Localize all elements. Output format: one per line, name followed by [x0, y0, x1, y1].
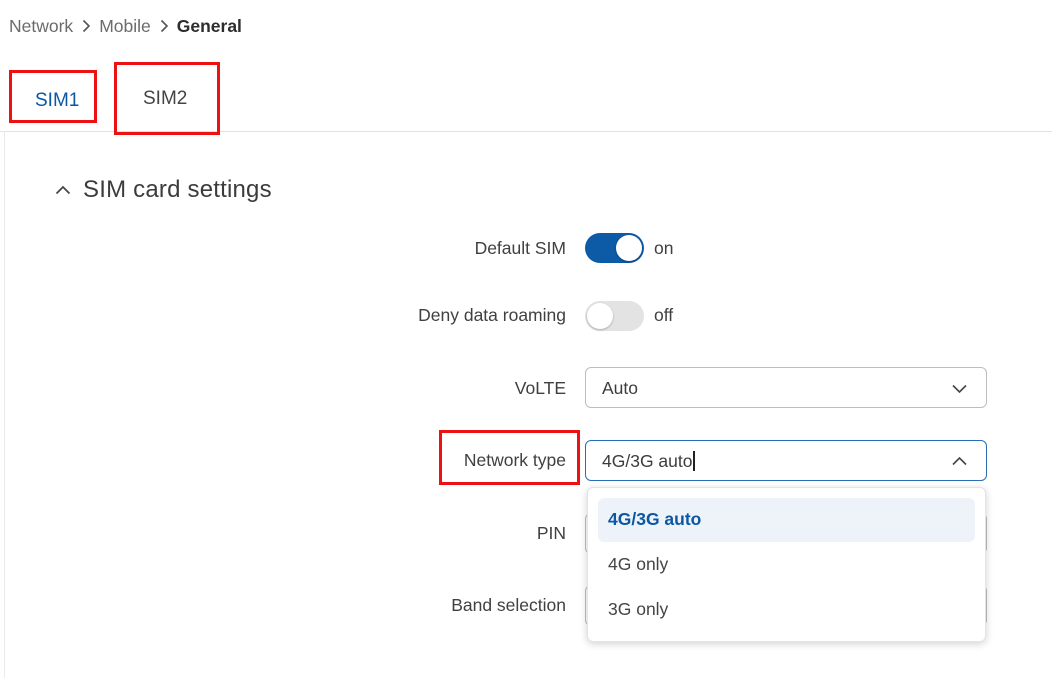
dropdown-option-4g-only[interactable]: 4G only: [598, 543, 975, 587]
breadcrumb: Network Mobile General: [9, 14, 242, 38]
breadcrumb-network[interactable]: Network: [9, 16, 73, 37]
tab-sim1[interactable]: SIM1: [35, 90, 79, 112]
tab-sim2[interactable]: SIM2: [143, 88, 187, 110]
chevron-up-icon: [951, 453, 968, 475]
network-type-value-text: 4G/3G auto: [602, 451, 693, 471]
default-sim-state: on: [654, 238, 674, 258]
section-toggle[interactable]: SIM card settings: [55, 176, 272, 204]
toggle-knob: [616, 235, 642, 261]
section-title: SIM card settings: [83, 176, 272, 203]
volte-label: VoLTE: [514, 378, 566, 398]
option-label: 4G only: [608, 554, 669, 574]
network-type-value: 4G/3G auto: [602, 451, 695, 472]
default-sim-label: Default SIM: [474, 238, 566, 258]
volte-select[interactable]: Auto: [585, 367, 987, 408]
dropdown-option-4g-3g-auto[interactable]: 4G/3G auto: [598, 498, 975, 542]
network-type-select[interactable]: 4G/3G auto: [585, 440, 987, 481]
dropdown-option-3g-only[interactable]: 3G only: [598, 588, 975, 632]
deny-roaming-toggle[interactable]: [585, 301, 644, 331]
text-cursor: [693, 451, 695, 471]
chevron-right-icon: [159, 19, 169, 33]
default-sim-toggle[interactable]: [585, 233, 644, 263]
band-selection-label: Band selection: [451, 595, 566, 615]
breadcrumb-mobile[interactable]: Mobile: [99, 16, 151, 37]
sim-tabs: SIM1 SIM2: [0, 60, 1052, 132]
deny-roaming-label: Deny data roaming: [418, 305, 566, 325]
chevron-down-icon: [951, 380, 968, 402]
chevron-right-icon: [81, 19, 91, 33]
option-label: 4G/3G auto: [608, 509, 702, 529]
volte-value: Auto: [602, 378, 638, 398]
deny-roaming-state: off: [654, 305, 674, 325]
network-type-dropdown: 4G/3G auto 4G only 3G only: [587, 487, 986, 642]
option-label: 3G only: [608, 599, 669, 619]
pin-label: PIN: [536, 523, 566, 543]
breadcrumb-general: General: [176, 15, 242, 36]
chevron-up-icon: [55, 185, 71, 195]
toggle-knob: [587, 303, 613, 329]
network-type-label: Network type: [463, 450, 566, 470]
